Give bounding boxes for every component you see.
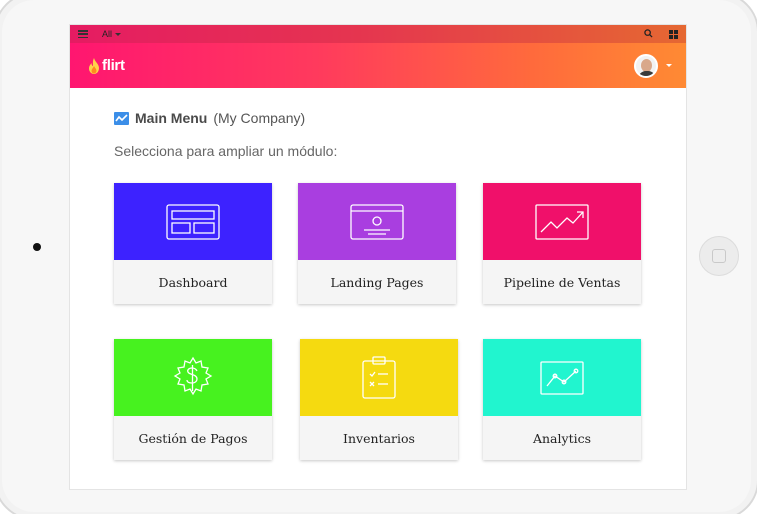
brand-header: flirt <box>70 43 686 88</box>
analytics-chart-icon <box>540 360 584 395</box>
module-tile-pipeline-ventas[interactable]: Pipeline de Ventas <box>483 183 641 304</box>
module-tile-gestion-pagos[interactable]: Gestión de Pagos <box>114 339 272 460</box>
user-avatar[interactable] <box>634 53 658 78</box>
module-label: Inventarios <box>343 430 415 446</box>
user-menu[interactable] <box>634 53 672 78</box>
module-banner <box>483 339 641 416</box>
chevron-down-icon[interactable] <box>666 64 672 67</box>
logo-text: flirt <box>102 57 125 74</box>
sales-trend-icon <box>535 203 589 240</box>
system-bar: All <box>70 25 686 43</box>
filter-dropdown[interactable]: All <box>102 29 122 39</box>
search-icon[interactable] <box>644 25 653 43</box>
flame-icon <box>88 57 100 74</box>
logo[interactable]: flirt <box>88 57 125 74</box>
module-tile-dashboard[interactable]: Dashboard <box>114 183 272 304</box>
module-banner <box>114 339 272 416</box>
hamburger-icon[interactable] <box>78 30 88 38</box>
chart-icon <box>114 111 129 125</box>
module-label: Pipeline de Ventas <box>503 274 621 290</box>
tablet-home-button[interactable] <box>699 236 739 276</box>
filter-label: All <box>102 29 113 39</box>
chevron-down-icon <box>115 32 122 36</box>
module-label: Dashboard <box>158 274 228 290</box>
tablet-camera <box>33 243 41 251</box>
dashboard-icon <box>166 203 220 240</box>
module-label: Landing Pages <box>330 274 424 290</box>
module-banner <box>483 183 641 260</box>
app-screen: All flirt Main Menu (My Company) Selecci… <box>70 25 686 489</box>
module-banner <box>114 183 272 260</box>
module-banner <box>298 183 456 260</box>
apps-grid-icon[interactable] <box>669 29 678 39</box>
landing-page-icon <box>350 203 404 240</box>
module-label: Gestión de Pagos <box>138 430 248 446</box>
company-name: (My Company) <box>213 110 306 126</box>
page-title: Main Menu (My Company) <box>114 110 686 126</box>
clipboard-checklist-icon <box>362 355 396 399</box>
page-title-text: Main Menu <box>135 110 208 126</box>
module-label: Analytics <box>532 430 592 446</box>
page-subtitle: Selecciona para ampliar un módulo: <box>114 143 338 159</box>
dollar-gear-icon <box>173 356 213 395</box>
module-tile-analytics[interactable]: Analytics <box>483 339 641 460</box>
module-tile-landing-pages[interactable]: Landing Pages <box>298 183 456 304</box>
module-banner <box>300 339 458 416</box>
module-tile-inventarios[interactable]: Inventarios <box>300 339 458 460</box>
main-content: Main Menu (My Company) Selecciona para a… <box>70 88 686 159</box>
